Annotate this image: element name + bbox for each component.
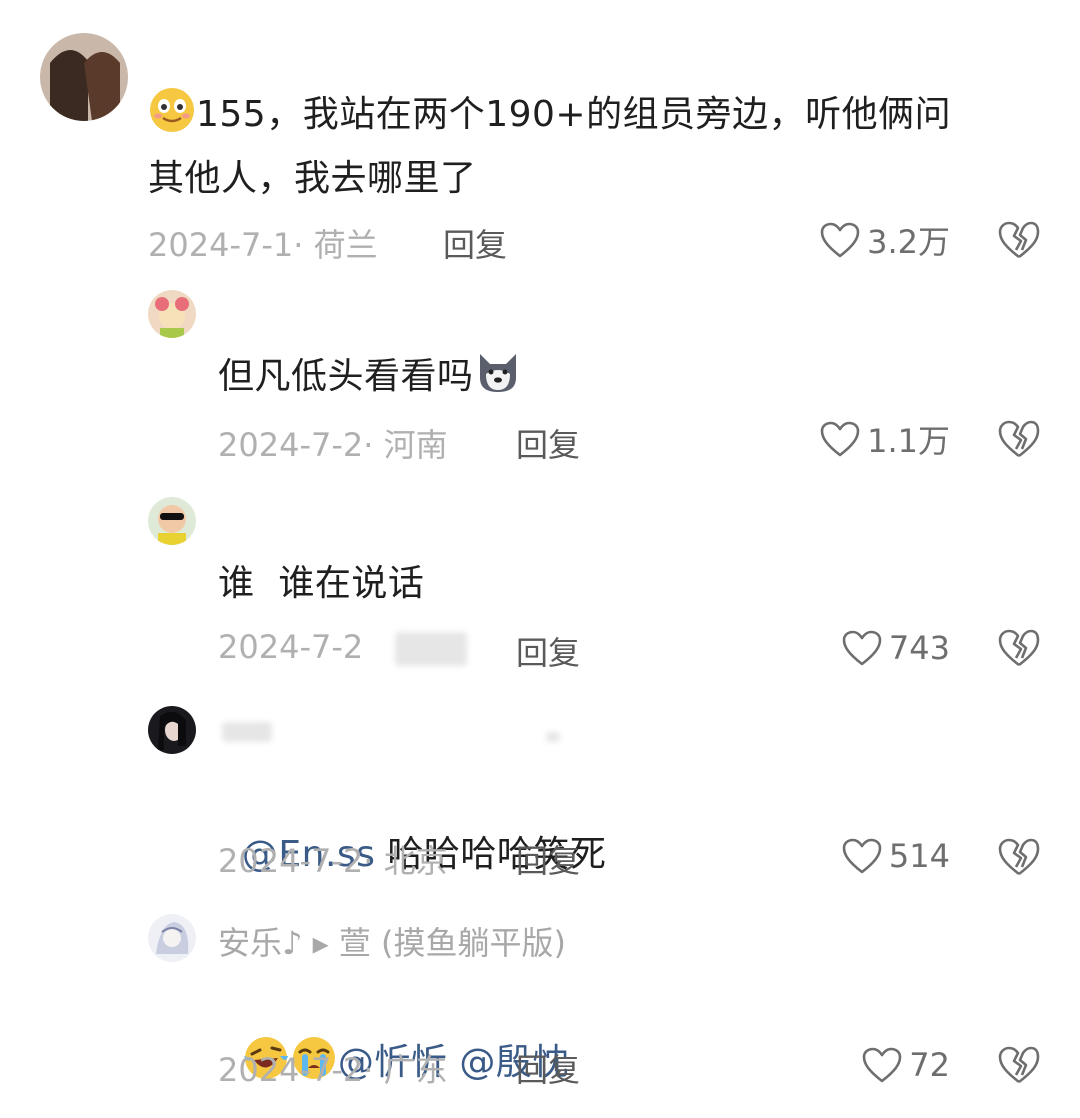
reply-button[interactable]: 回复 xyxy=(516,628,580,674)
comment-text: 155，我站在两个190+的组员旁边，听他俩问 xyxy=(148,84,951,154)
comment-meta: 2024-7-2 xyxy=(218,628,364,666)
like-button[interactable]: 514 xyxy=(790,834,950,878)
heart-icon xyxy=(820,421,860,457)
reply-button[interactable]: 回复 xyxy=(516,420,580,466)
redacted-location xyxy=(395,632,467,666)
comment-meta: 2024-7-2· 河南 xyxy=(218,426,448,464)
comment-text: 但凡低头看看吗 xyxy=(218,346,522,416)
broken-heart-icon[interactable] xyxy=(997,419,1041,459)
smiling-face-icon xyxy=(148,86,196,154)
comment-meta: 2024-7-1· 荷兰 xyxy=(148,226,378,264)
comment-meta: 2024-7-2· 广东 xyxy=(218,1051,448,1089)
redacted-username xyxy=(546,732,560,742)
like-count: 72 xyxy=(909,1046,950,1084)
comment-text-line2: 其他人，我去哪里了 xyxy=(148,158,477,199)
avatar[interactable] xyxy=(40,33,128,121)
reply-button[interactable]: 回复 xyxy=(516,1045,580,1091)
like-button[interactable]: 3.2万 xyxy=(790,218,950,262)
broken-heart-icon[interactable] xyxy=(997,837,1041,877)
like-button[interactable]: 72 xyxy=(790,1043,950,1087)
like-button[interactable]: 1.1万 xyxy=(790,417,950,461)
like-count: 514 xyxy=(888,837,950,875)
heart-icon xyxy=(842,630,882,666)
heart-icon xyxy=(842,838,882,874)
broken-heart-icon[interactable] xyxy=(997,1045,1041,1085)
husky-dog-icon xyxy=(474,348,522,416)
like-button[interactable]: 743 xyxy=(790,626,950,670)
avatar[interactable] xyxy=(148,914,196,962)
avatar[interactable] xyxy=(148,290,196,338)
like-count: 743 xyxy=(888,629,950,667)
username[interactable]: 安乐♪ ▸ 萱 (摸鱼躺平版) xyxy=(218,918,566,964)
reply-button[interactable]: 回复 xyxy=(516,836,580,882)
broken-heart-icon[interactable] xyxy=(997,628,1041,668)
avatar[interactable] xyxy=(148,706,196,754)
broken-heart-icon[interactable] xyxy=(997,220,1041,260)
like-count: 3.2万 xyxy=(867,223,950,261)
comment-meta: 2024-7-2· 北京 xyxy=(218,842,448,880)
like-count: 1.1万 xyxy=(867,422,950,460)
avatar[interactable] xyxy=(148,497,196,545)
redacted-username xyxy=(222,722,272,742)
heart-icon xyxy=(820,222,860,258)
reply-button[interactable]: 回复 xyxy=(443,220,507,266)
comment-text: 谁 谁在说话 xyxy=(218,563,425,604)
heart-icon xyxy=(862,1047,902,1083)
